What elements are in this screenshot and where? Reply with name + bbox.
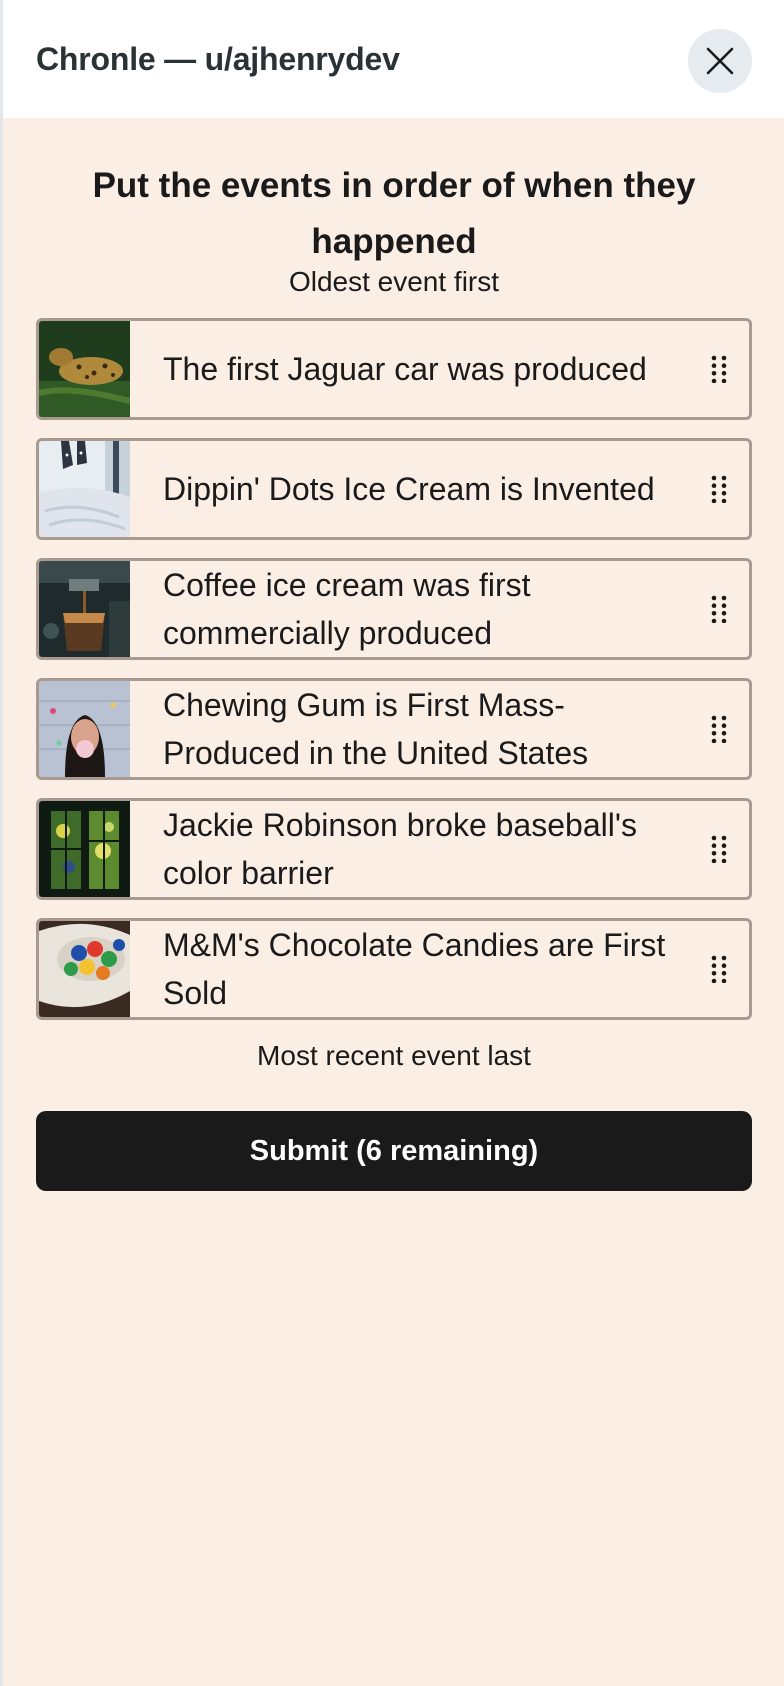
drag-handle-icon (711, 355, 727, 383)
event-card[interactable]: M&M's Chocolate Candies are First Sold (36, 918, 752, 1020)
event-label: Dippin' Dots Ice Cream is Invented (163, 471, 655, 507)
close-button[interactable] (688, 29, 752, 93)
event-card[interactable]: Dippin' Dots Ice Cream is Invented (36, 438, 752, 540)
drag-handle-icon (711, 715, 727, 743)
event-label: Coffee ice cream was first commercially … (163, 567, 531, 651)
bubble-gum-thumbnail (39, 681, 130, 777)
feet-on-bed-thumbnail (39, 441, 130, 537)
drag-handle-icon (711, 835, 727, 863)
drag-handle[interactable] (689, 321, 749, 417)
drag-handle[interactable] (689, 921, 749, 1017)
oldest-first-hint: Oldest event first (288, 266, 500, 297)
app-frame: Chronle — u/ajhenrydev Put the events in… (0, 0, 784, 1686)
jaguar-thumbnail (39, 321, 130, 417)
drag-handle[interactable] (689, 441, 749, 537)
drag-handle-icon (711, 955, 727, 983)
drag-handle[interactable] (689, 681, 749, 777)
page-title: Put the events in order of when they hap… (92, 166, 696, 261)
event-label: Chewing Gum is First Mass-Produced in th… (163, 687, 589, 771)
event-label: Jackie Robinson broke baseball's color b… (163, 807, 637, 891)
event-card[interactable]: The first Jaguar car was produced (36, 318, 752, 420)
event-card[interactable]: Coffee ice cream was first commercially … (36, 558, 752, 660)
stained-glass-thumbnail (39, 801, 130, 897)
app-title: Chronle — u/ajhenrydev (36, 40, 400, 77)
most-recent-last-hint: Most recent event last (257, 1040, 531, 1071)
game-panel: Put the events in order of when they hap… (3, 118, 784, 1686)
event-card[interactable]: Chewing Gum is First Mass-Produced in th… (36, 678, 752, 780)
drag-handle[interactable] (689, 561, 749, 657)
event-card[interactable]: Jackie Robinson broke baseball's color b… (36, 798, 752, 900)
event-label: The first Jaguar car was produced (163, 351, 647, 387)
submit-button[interactable]: Submit (6 remaining) (36, 1111, 752, 1191)
drag-handle[interactable] (689, 801, 749, 897)
drag-handle-icon (711, 475, 727, 503)
drag-handle-icon (711, 595, 727, 623)
header-bar: Chronle — u/ajhenrydev (3, 0, 784, 118)
coffee-machine-thumbnail (39, 561, 130, 657)
candy-bowl-thumbnail (39, 921, 130, 1017)
close-icon (706, 47, 734, 75)
event-label: M&M's Chocolate Candies are First Sold (163, 927, 666, 1011)
